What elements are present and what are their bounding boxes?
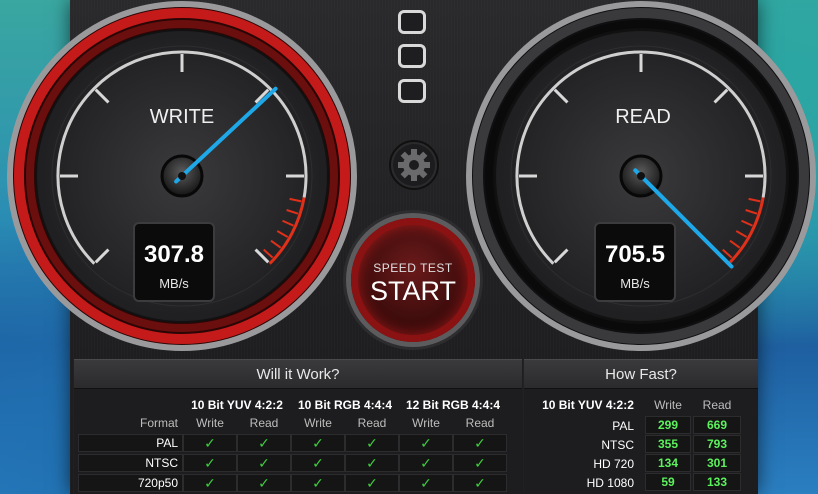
- write-readout: 307.8 MB/s: [133, 222, 215, 302]
- will-it-work-title: Will it Work?: [74, 359, 522, 389]
- hf-read-value: 793: [693, 435, 741, 453]
- minimize-button[interactable]: [398, 44, 426, 68]
- gear-icon[interactable]: [389, 140, 439, 190]
- gauge-pin: [178, 172, 186, 180]
- wiw-group-1: 10 Bit YUV 4:2:2: [191, 398, 283, 412]
- wiw-write-header-1: Write: [196, 416, 224, 430]
- check-icon: ✓: [345, 434, 399, 452]
- check-icon: ✓: [345, 454, 399, 472]
- wiw-format-0: PAL: [156, 436, 178, 450]
- write-unit: MB/s: [159, 276, 189, 291]
- hf-write-header: Write: [654, 398, 682, 412]
- hf-read-header: Read: [702, 398, 732, 412]
- check-icon: ✓: [345, 474, 399, 492]
- read-readout: 705.5 MB/s: [594, 222, 676, 302]
- check-icon: ✓: [399, 454, 453, 472]
- wiw-write-header-2: Write: [304, 416, 332, 430]
- wiw-format-2: 720p50: [137, 476, 178, 490]
- check-icon: ✓: [183, 454, 237, 472]
- write-value: 307.8: [143, 241, 205, 268]
- hf-format-2: HD 720: [593, 457, 634, 471]
- hf-format-3: HD 1080: [586, 476, 634, 490]
- zoom-button[interactable]: [398, 79, 426, 103]
- how-fast-title: How Fast?: [524, 359, 758, 389]
- check-icon: ✓: [291, 474, 345, 492]
- wiw-format-header: Format: [139, 416, 178, 430]
- check-icon: ✓: [453, 454, 507, 472]
- read-unit: MB/s: [620, 276, 650, 291]
- wiw-group-3: 12 Bit RGB 4:4:4: [405, 398, 501, 412]
- write-gauge-label: WRITE: [149, 106, 215, 128]
- hf-write-value: 355: [645, 435, 691, 453]
- hf-write-value: 59: [645, 473, 691, 491]
- check-icon: ✓: [291, 434, 345, 452]
- close-button[interactable]: [398, 10, 426, 34]
- hf-group: 10 Bit YUV 4:2:2: [542, 398, 634, 412]
- start-label: START: [369, 276, 456, 306]
- check-icon: ✓: [183, 474, 237, 492]
- hf-format-0: PAL: [612, 419, 634, 433]
- hf-write-value: 134: [645, 454, 691, 472]
- check-icon: ✓: [453, 434, 507, 452]
- gauge-pin: [637, 172, 645, 180]
- hf-read-value: 669: [693, 416, 741, 434]
- check-icon: ✓: [237, 474, 291, 492]
- read-value: 705.5: [604, 241, 666, 268]
- hf-format-1: NTSC: [601, 438, 634, 452]
- check-icon: ✓: [399, 474, 453, 492]
- hf-read-value: 301: [693, 454, 741, 472]
- wiw-write-header-3: Write: [412, 416, 440, 430]
- start-button[interactable]: SPEED TEST START: [351, 218, 475, 342]
- hf-write-value: 299: [645, 416, 691, 434]
- check-icon: ✓: [453, 474, 507, 492]
- read-gauge-label: READ: [615, 106, 671, 128]
- check-icon: ✓: [399, 434, 453, 452]
- start-caption: SPEED TEST: [373, 261, 453, 275]
- check-icon: ✓: [237, 434, 291, 452]
- wiw-read-header-3: Read: [465, 416, 495, 430]
- wiw-group-2: 10 Bit RGB 4:4:4: [297, 398, 393, 412]
- check-icon: ✓: [183, 434, 237, 452]
- check-icon: ✓: [291, 454, 345, 472]
- wiw-read-header-1: Read: [249, 416, 279, 430]
- hf-read-value: 133: [693, 473, 741, 491]
- wiw-read-header-2: Read: [357, 416, 387, 430]
- check-icon: ✓: [237, 454, 291, 472]
- wiw-format-1: NTSC: [145, 456, 178, 470]
